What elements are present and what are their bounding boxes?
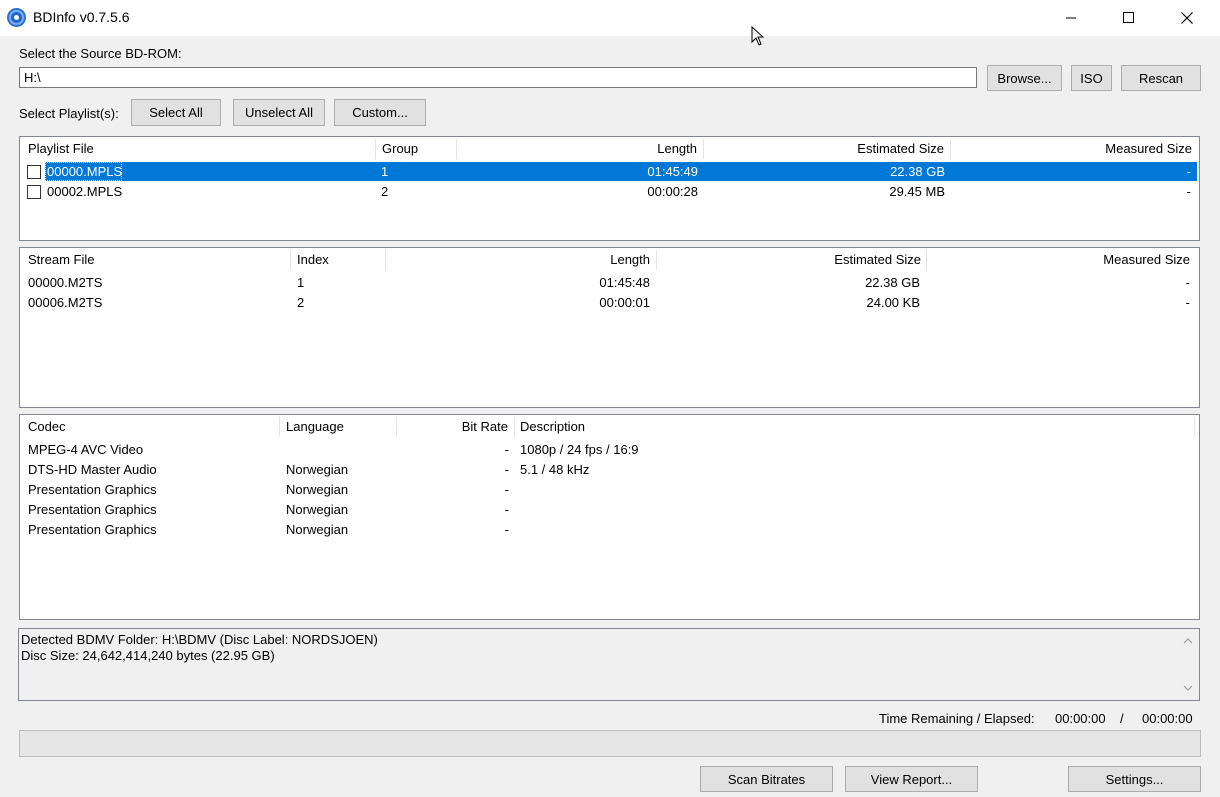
title-bar <box>0 0 1220 36</box>
playlist-row[interactable]: 00000.MPLS 1 01:45:49 22.38 GB - <box>20 162 1199 181</box>
playlist-file: 00000.MPLS <box>47 164 123 179</box>
stream-row[interactable]: 00006.M2TS 2 00:00:01 24.00 KB - <box>20 293 1199 312</box>
log-line: Detected BDMV Folder: H:\BDMV (Disc Labe… <box>21 632 378 647</box>
codec-bit-rate: - <box>504 482 509 497</box>
log-line: Disc Size: 24,642,414,240 bytes (22.95 G… <box>21 648 275 663</box>
header-language[interactable]: Language <box>280 415 396 439</box>
codec-name: DTS-HD Master Audio <box>28 462 157 477</box>
codec-row[interactable]: Presentation Graphics Norwegian - <box>20 480 1199 499</box>
codec-list[interactable]: Codec Language Bit Rate Description MPEG… <box>19 414 1200 620</box>
header-estimated-size[interactable]: Estimated Size <box>657 248 927 272</box>
codec-description: 1080p / 24 fps / 16:9 <box>520 442 639 457</box>
playlist-length: 00:00:28 <box>647 184 698 199</box>
stream-list[interactable]: Stream File Index Length Estimated Size … <box>19 247 1200 408</box>
codec-row[interactable]: Presentation Graphics Norwegian - <box>20 520 1199 539</box>
playlist-estimated-size: 29.45 MB <box>889 184 945 199</box>
playlist-row[interactable]: 00002.MPLS 2 00:00:28 29.45 MB - <box>20 182 1199 201</box>
stream-length: 01:45:48 <box>599 275 650 290</box>
unselect-all-button[interactable]: Unselect All <box>233 99 325 126</box>
codec-bit-rate: - <box>504 522 509 537</box>
header-length[interactable]: Length <box>386 248 656 272</box>
log-textbox[interactable]: Detected BDMV Folder: H:\BDMV (Disc Labe… <box>18 628 1200 701</box>
bluray-disc-icon <box>7 8 26 27</box>
stream-file: 00006.M2TS <box>28 295 103 310</box>
codec-bit-rate: - <box>504 442 509 457</box>
chevron-up-icon <box>1183 637 1192 643</box>
rescan-button[interactable]: Rescan <box>1121 65 1201 91</box>
close-icon <box>1181 12 1193 24</box>
window-title: BDInfo v0.7.5.6 <box>33 9 130 25</box>
codec-language: Norwegian <box>286 462 349 477</box>
view-report-button[interactable]: View Report... <box>845 766 978 792</box>
chevron-down-icon <box>1183 685 1192 691</box>
scan-bitrates-button[interactable]: Scan Bitrates <box>700 766 833 792</box>
playlist-group: 2 <box>381 184 389 199</box>
codec-language: Norwegian <box>286 482 349 497</box>
codec-name: Presentation Graphics <box>28 502 157 517</box>
custom-button[interactable]: Custom... <box>334 99 426 126</box>
codec-name: Presentation Graphics <box>28 482 157 497</box>
stream-file: 00000.M2TS <box>28 275 103 290</box>
codec-name: Presentation Graphics <box>28 522 157 537</box>
time-separator: / <box>1120 711 1124 726</box>
header-codec[interactable]: Codec <box>22 415 279 439</box>
playlist-list[interactable]: Playlist File Group Length Estimated Siz… <box>19 136 1200 241</box>
header-group[interactable]: Group <box>376 137 456 161</box>
scroll-up-button[interactable] <box>1179 632 1196 649</box>
codec-bit-rate: - <box>504 462 509 477</box>
header-estimated-size[interactable]: Estimated Size <box>704 137 950 161</box>
stream-row[interactable]: 00000.M2TS 1 01:45:48 22.38 GB - <box>20 273 1199 292</box>
codec-description: 5.1 / 48 kHz <box>520 462 590 477</box>
playlist-checkbox[interactable] <box>27 165 41 179</box>
progress-bar <box>19 730 1201 757</box>
maximize-icon <box>1123 12 1134 23</box>
select-all-button[interactable]: Select All <box>131 99 221 126</box>
time-elapsed: 00:00:00 <box>1142 711 1193 726</box>
header-length[interactable]: Length <box>457 137 703 161</box>
maximize-button[interactable] <box>1100 0 1158 36</box>
codec-bit-rate: - <box>504 502 509 517</box>
stream-measured-size: - <box>1185 295 1190 310</box>
header-stream-file[interactable]: Stream File <box>22 248 290 272</box>
time-label: Time Remaining / Elapsed: <box>879 711 1035 726</box>
header-measured-size[interactable]: Measured Size <box>927 248 1196 272</box>
browse-button[interactable]: Browse... <box>987 65 1062 91</box>
time-remaining: 00:00:00 <box>1055 711 1106 726</box>
stream-index: 2 <box>297 295 305 310</box>
stream-length: 00:00:01 <box>599 295 650 310</box>
codec-row[interactable]: MPEG-4 AVC Video - 1080p / 24 fps / 16:9 <box>20 440 1199 459</box>
stream-measured-size: - <box>1185 275 1190 290</box>
close-button[interactable] <box>1158 0 1216 36</box>
playlist-group: 1 <box>381 164 389 179</box>
codec-language: Norwegian <box>286 522 349 537</box>
stream-index: 1 <box>297 275 305 290</box>
header-measured-size[interactable]: Measured Size <box>951 137 1198 161</box>
minimize-button[interactable] <box>1042 0 1100 36</box>
playlist-estimated-size: 22.38 GB <box>890 164 945 179</box>
settings-button[interactable]: Settings... <box>1068 766 1201 792</box>
header-bit-rate[interactable]: Bit Rate <box>397 415 514 439</box>
source-path-input[interactable]: H:\ <box>19 67 977 88</box>
iso-button[interactable]: ISO <box>1071 65 1112 91</box>
codec-row[interactable]: Presentation Graphics Norwegian - <box>20 500 1199 519</box>
stream-estimated-size: 22.38 GB <box>865 275 920 290</box>
select-playlists-label: Select Playlist(s): <box>19 106 119 121</box>
header-index[interactable]: Index <box>291 248 385 272</box>
minimize-icon <box>1066 17 1076 19</box>
stream-estimated-size: 24.00 KB <box>866 295 921 310</box>
mouse-cursor-icon <box>751 26 765 46</box>
header-description[interactable]: Description <box>514 415 1194 439</box>
codec-language: Norwegian <box>286 502 349 517</box>
source-label: Select the Source BD-ROM: <box>19 46 182 61</box>
playlist-checkbox[interactable] <box>27 185 41 199</box>
playlist-measured-size: - <box>1186 184 1191 199</box>
codec-row[interactable]: DTS-HD Master Audio Norwegian - 5.1 / 48… <box>20 460 1199 479</box>
header-playlist-file[interactable]: Playlist File <box>22 137 375 161</box>
scroll-down-button[interactable] <box>1179 679 1196 696</box>
playlist-measured-size: - <box>1186 164 1191 179</box>
codec-name: MPEG-4 AVC Video <box>28 442 144 457</box>
playlist-file: 00002.MPLS <box>47 184 123 199</box>
playlist-length: 01:45:49 <box>647 164 698 179</box>
